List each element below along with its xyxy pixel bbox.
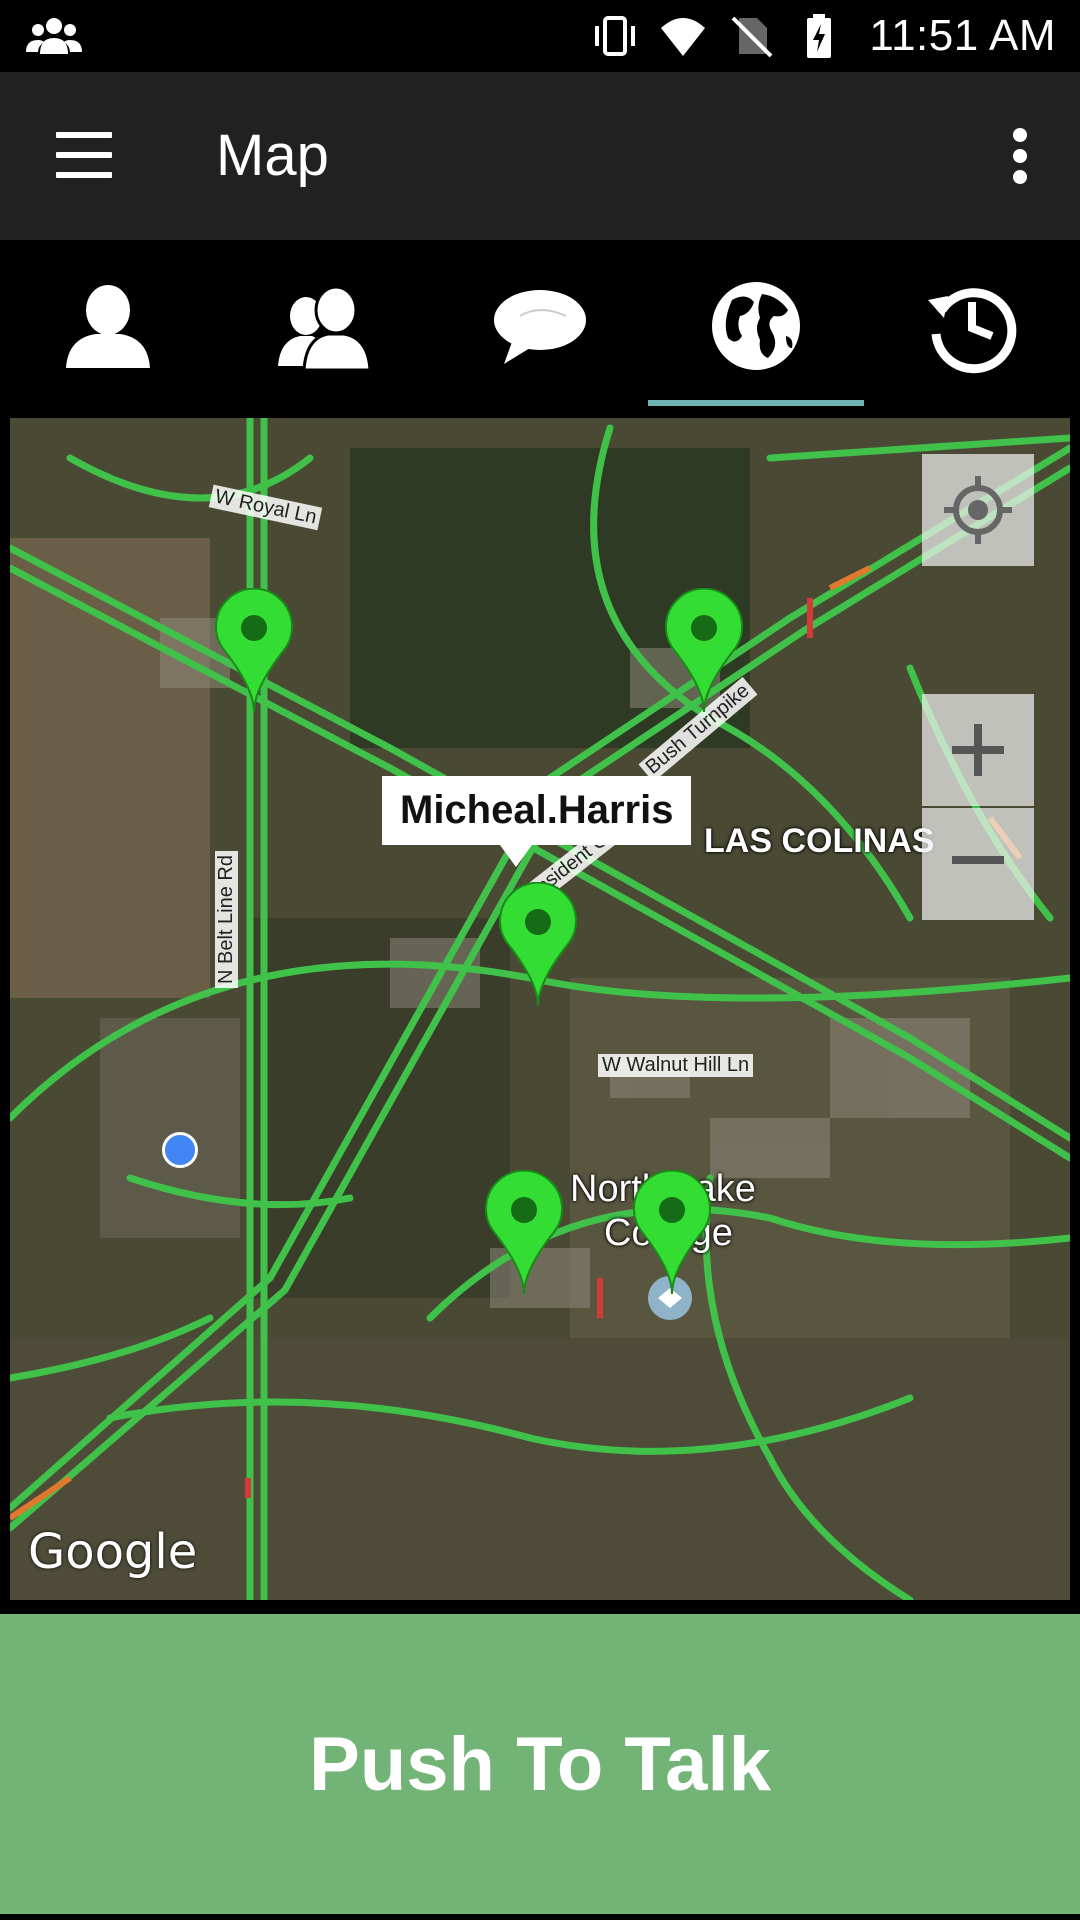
hamburger-menu-icon[interactable] [50, 128, 118, 184]
map-pin-marker-selected[interactable] [498, 882, 578, 1010]
marker-info-callout[interactable]: Micheal.Harris [382, 776, 692, 867]
map-pin-marker[interactable] [214, 588, 294, 716]
vibrate-icon [591, 12, 639, 60]
map-view[interactable]: W Royal Ln N Belt Line Rd W Walnut Hill … [10, 418, 1070, 1600]
map-pin-marker[interactable] [664, 588, 744, 716]
status-bar: 11:51 AM [0, 0, 1080, 72]
google-attribution: Google [28, 1524, 198, 1580]
chat-bubbles-icon [494, 290, 586, 364]
map-pin-marker[interactable] [484, 1170, 564, 1298]
page-title: Map [216, 123, 329, 188]
tab-messages[interactable] [432, 240, 648, 412]
push-to-talk-label: Push To Talk [309, 1721, 771, 1807]
group-notification-icon [26, 16, 82, 56]
tab-map[interactable] [648, 240, 864, 412]
globe-icon [712, 282, 800, 370]
app-toolbar: Map [0, 72, 1080, 240]
wifi-icon [659, 12, 707, 60]
tab-history[interactable] [864, 240, 1080, 412]
my-location-button[interactable] [922, 454, 1034, 566]
tab-contact[interactable] [0, 240, 216, 412]
minus-icon [952, 856, 1004, 864]
crosshair-icon [944, 476, 1012, 544]
tab-bar [0, 240, 1080, 412]
group-icon [278, 285, 372, 372]
plus-icon [952, 724, 1004, 776]
map-pin-marker[interactable] [632, 1170, 712, 1298]
road-label-walnut: W Walnut Hill Ln [598, 1054, 754, 1077]
area-label: LAS COLINAS [704, 822, 935, 860]
current-location-dot[interactable] [162, 1132, 198, 1168]
person-icon [66, 285, 150, 368]
no-sim-icon [727, 12, 775, 60]
zoom-in-button[interactable] [922, 694, 1034, 806]
road-label-belt: N Belt Line Rd [214, 851, 238, 988]
overflow-menu-icon[interactable] [1000, 128, 1040, 184]
history-icon [928, 288, 1017, 374]
battery-charging-icon [795, 12, 843, 60]
tab-groups[interactable] [216, 240, 432, 412]
push-to-talk-button[interactable]: Push To Talk [0, 1614, 1080, 1914]
status-time: 11:51 AM [869, 11, 1056, 60]
zoom-out-button[interactable] [922, 808, 1034, 920]
